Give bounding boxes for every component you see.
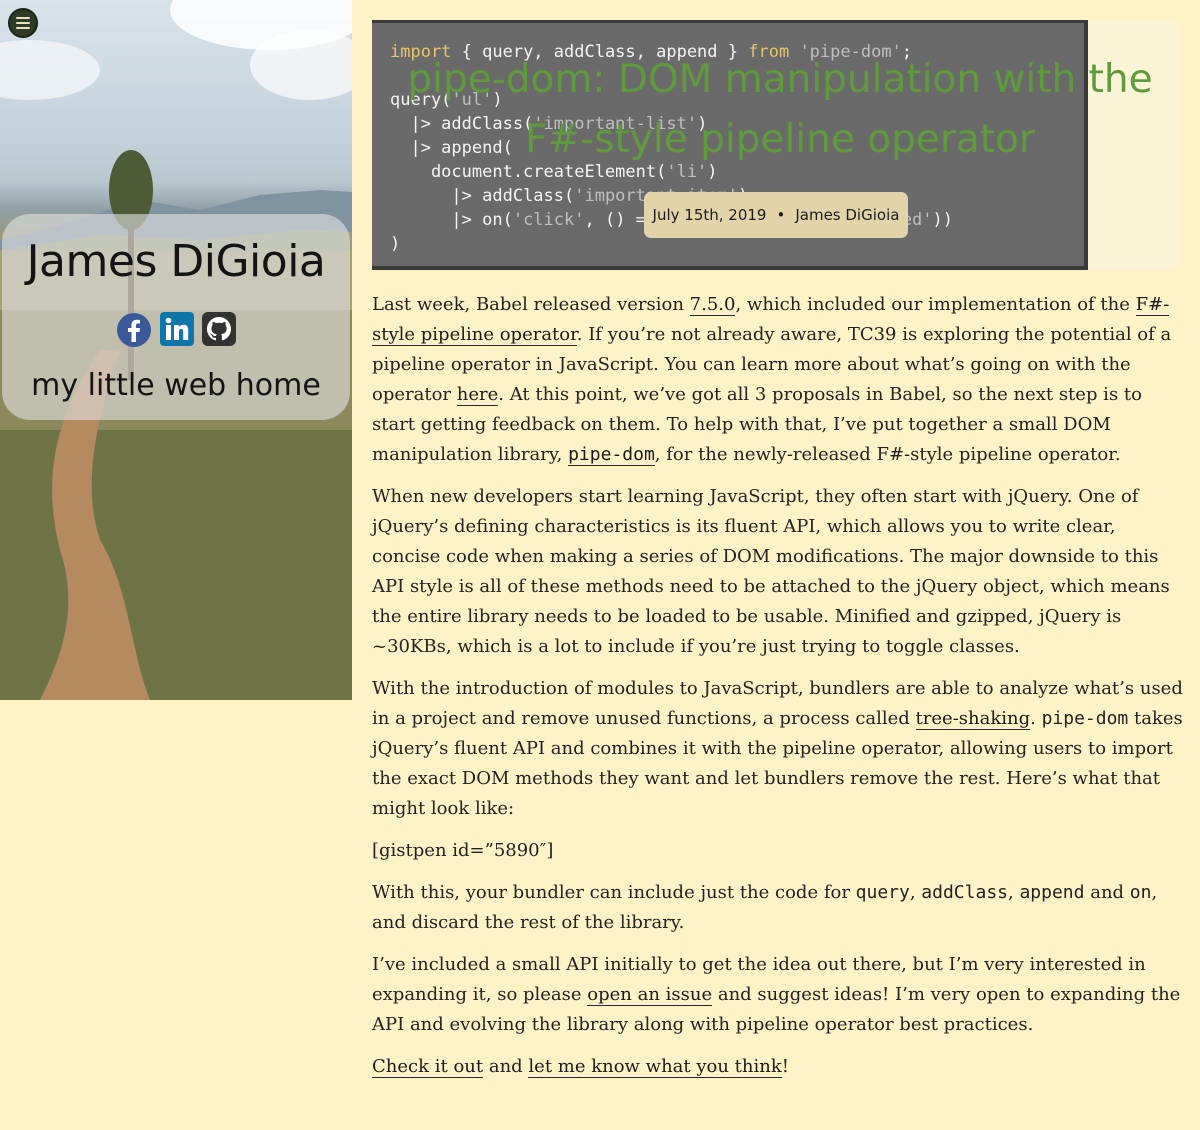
gistpen-shortcode: [gistpen id=”5890″] (372, 840, 554, 861)
github-link[interactable] (202, 312, 236, 346)
paragraph: With this, your bundler can include just… (372, 878, 1184, 938)
linkedin-icon (165, 317, 189, 340)
text: , which included our implementation of t… (735, 294, 1136, 315)
post-title: pipe-dom: DOM manipulation with the F#-s… (407, 57, 1153, 162)
inline-code: addClass (921, 882, 1008, 903)
text: , (1008, 882, 1020, 903)
here-link[interactable]: here (456, 384, 499, 406)
text: and (483, 1056, 529, 1077)
meta-separator: • (776, 206, 786, 224)
site-name: James DiGioia (26, 236, 326, 287)
site-tagline: my little web home (31, 368, 321, 403)
open-issue-link[interactable]: open an issue (587, 984, 713, 1006)
social-links (0, 312, 352, 348)
linkedin-link[interactable] (160, 312, 194, 346)
text: . (1030, 708, 1042, 729)
facebook-icon (117, 313, 151, 347)
text: With this, your bundler can include just… (372, 882, 856, 903)
facebook-link[interactable] (116, 312, 152, 348)
pipe-dom-link[interactable]: pipe-dom (568, 444, 655, 466)
inline-code: on (1129, 882, 1152, 903)
paragraph: With the introduction of modules to Java… (372, 674, 1184, 824)
post-meta: July 15th, 2019 • James DiGioia (644, 192, 908, 238)
code-line: ) (390, 234, 401, 254)
text: , (909, 882, 922, 903)
post-content: Last week, Babel released version 7.5.0,… (372, 290, 1184, 1094)
babel-release-link[interactable]: 7.5.0 (689, 294, 736, 316)
cloud (250, 30, 352, 100)
post-author: James DiGioia (795, 206, 900, 224)
text: , for the newly-released F#-style pipeli… (654, 444, 1121, 465)
cloud (0, 40, 100, 100)
menu-button[interactable] (8, 8, 38, 38)
inline-code: pipe-dom (1041, 708, 1129, 729)
paragraph: Last week, Babel released version 7.5.0,… (372, 290, 1184, 470)
hamburger-line (16, 27, 30, 29)
inline-code: append (1019, 882, 1085, 903)
hamburger-line (16, 17, 30, 19)
post-date: July 15th, 2019 (652, 206, 767, 224)
hero-image: James DiGioia my little web home (0, 0, 352, 700)
hamburger-line (16, 22, 30, 24)
text: Last week, Babel released version (372, 294, 690, 315)
let-me-know-link[interactable]: let me know what you think (528, 1056, 782, 1078)
tree-shaking-link[interactable]: tree-shaking (915, 708, 1031, 730)
github-icon (207, 317, 231, 341)
inline-code: pipe-dom (568, 444, 655, 465)
text: and (1084, 882, 1130, 903)
check-it-out-link[interactable]: Check it out (372, 1056, 484, 1078)
inline-code: query (855, 882, 910, 903)
paragraph: I’ve included a small API initially to g… (372, 950, 1184, 1040)
paragraph: When new developers start learning JavaS… (372, 486, 1170, 657)
text: ! (781, 1056, 790, 1077)
paragraph: Check it out and let me know what you th… (372, 1052, 1184, 1082)
